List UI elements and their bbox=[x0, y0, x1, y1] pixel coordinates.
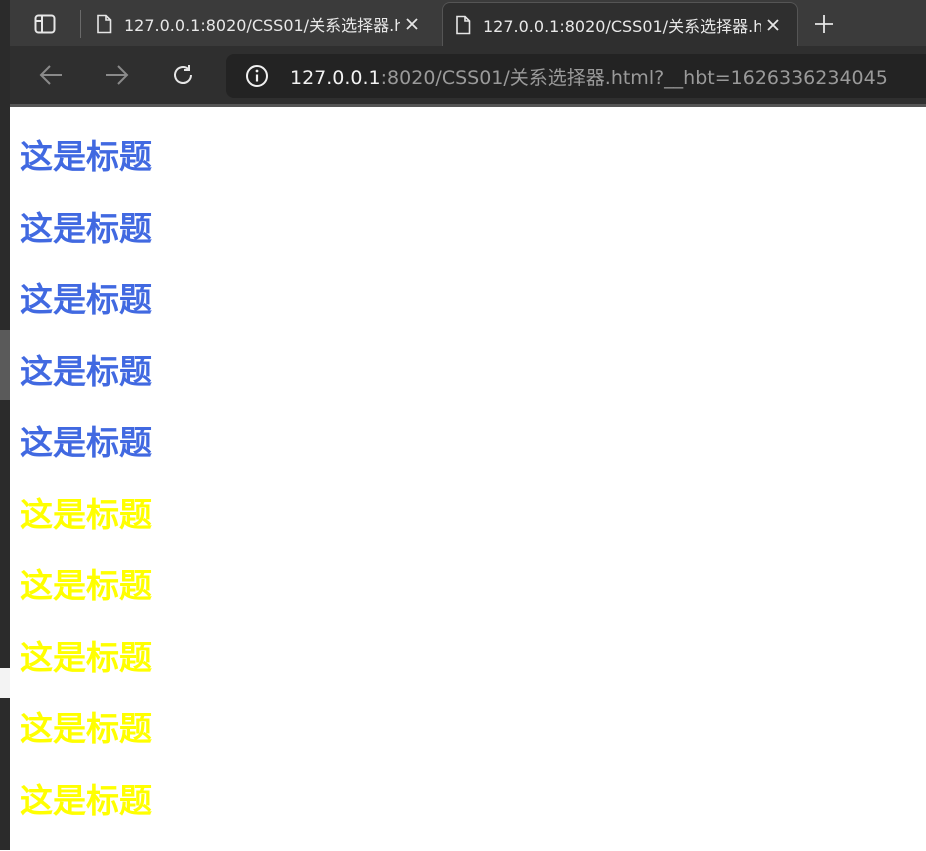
tab-title: 127.0.0.1:8020/CSS01/关系选择器.html?__hbt=16… bbox=[124, 16, 400, 35]
close-icon bbox=[406, 18, 418, 30]
url-path: :8020/CSS01/关系选择器.html?__hbt=16263362340… bbox=[380, 66, 888, 89]
info-icon bbox=[246, 65, 268, 87]
heading: 这是标题 bbox=[20, 137, 152, 176]
forward-arrow-icon bbox=[106, 65, 129, 85]
close-icon bbox=[767, 18, 779, 31]
plus-icon bbox=[815, 15, 833, 33]
tab-actions-icon bbox=[34, 14, 56, 34]
tab-strip: 127.0.0.1:8020/CSS01/关系选择器.html?__hbt=16… bbox=[10, 0, 926, 46]
heading: 这是标题 bbox=[20, 351, 152, 391]
url-text[interactable]: 127.0.0.1:8020/CSS01/关系选择器.html?__hbt=16… bbox=[290, 63, 888, 90]
page-icon bbox=[456, 15, 471, 34]
edge-segment bbox=[0, 330, 10, 400]
tab-close-button[interactable] bbox=[761, 13, 785, 37]
back-button[interactable] bbox=[34, 58, 68, 92]
new-tab-button[interactable] bbox=[808, 8, 840, 40]
site-info-button[interactable] bbox=[244, 63, 270, 89]
reload-icon bbox=[174, 65, 192, 84]
heading: 这是标题 bbox=[20, 423, 152, 462]
address-bar[interactable]: 127.0.0.1:8020/CSS01/关系选择器.html?__hbt=16… bbox=[226, 54, 926, 98]
page-icon bbox=[97, 14, 112, 34]
window-edge bbox=[0, 0, 10, 850]
heading: 这是标题 bbox=[20, 566, 152, 605]
heading: 这是标题 bbox=[20, 780, 152, 820]
tab-divider bbox=[80, 10, 81, 38]
browser-toolbar: 127.0.0.1:8020/CSS01/关系选择器.html?__hbt=16… bbox=[10, 46, 926, 104]
forward-button[interactable] bbox=[100, 58, 134, 92]
heading: 这是标题 bbox=[20, 208, 152, 248]
heading: 这是标题 bbox=[20, 280, 152, 319]
tab-close-button[interactable] bbox=[400, 12, 424, 36]
tab-1[interactable]: 127.0.0.1:8020/CSS01/关系选择器.html?__hbt=16… bbox=[84, 2, 436, 46]
back-arrow-icon bbox=[39, 65, 62, 85]
heading: 这是标题 bbox=[20, 637, 152, 677]
heading: 这是标题 bbox=[20, 709, 152, 748]
url-host: 127.0.0.1 bbox=[290, 66, 381, 89]
tab-actions-button[interactable] bbox=[22, 7, 68, 41]
edge-segment bbox=[0, 668, 10, 698]
reload-button[interactable] bbox=[166, 58, 200, 92]
heading: 这是标题 bbox=[20, 494, 152, 534]
tab-2-active[interactable]: 127.0.0.1:8020/CSS01/关系选择器.html?__hbt=16… bbox=[442, 2, 798, 46]
page-content: 这是标题 这是标题 这是标题 这是标题 这是标题 这是标题 这是标题 这是标题 … bbox=[20, 107, 920, 822]
tab-title: 127.0.0.1:8020/CSS01/关系选择器.html?__hbt=16… bbox=[483, 16, 761, 36]
